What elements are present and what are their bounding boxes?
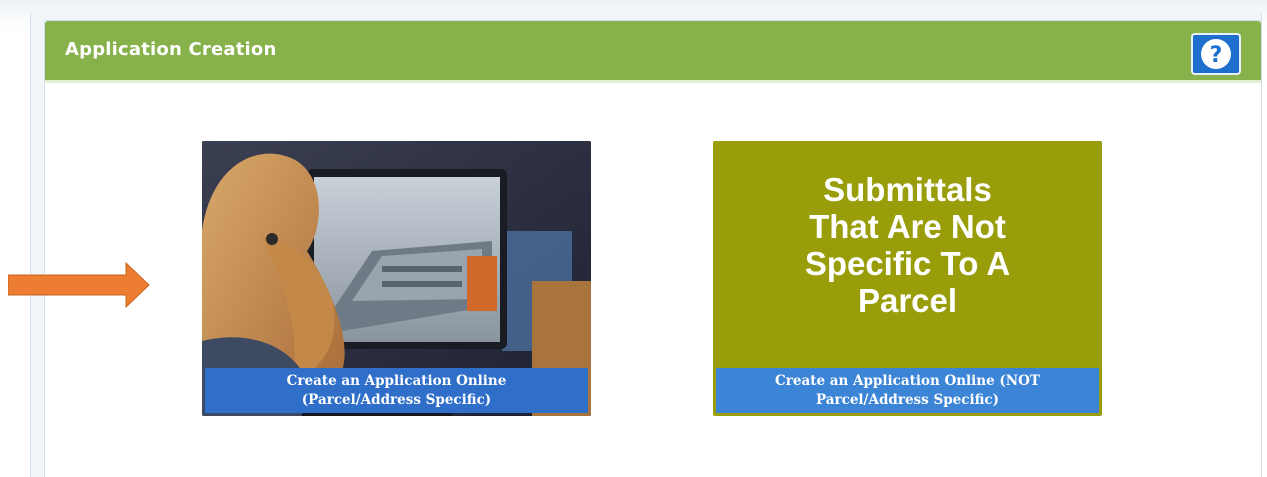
- help-button[interactable]: ?: [1191, 33, 1241, 75]
- svg-text:?: ?: [1210, 43, 1223, 68]
- panel-header: Application Creation ?: [45, 21, 1261, 83]
- heading-line: That Are Not: [809, 208, 1006, 245]
- panel-title: Application Creation: [65, 39, 277, 60]
- create-application-non-parcel-tile[interactable]: Submittals That Are Not Specific To A Pa…: [713, 141, 1102, 416]
- right-arrow-icon: [8, 262, 150, 308]
- heading-line: Parcel: [857, 282, 958, 319]
- tile-caption[interactable]: Create an Application Online (NOT Parcel…: [716, 368, 1099, 413]
- caption-line-1: Create an Application Online (NOT: [775, 372, 1040, 389]
- heading-line: Submittals: [823, 171, 992, 208]
- question-circle-icon: ?: [1201, 39, 1231, 69]
- heading-line: Specific To A: [804, 245, 1011, 282]
- tile-caption[interactable]: Create an Application Online (Parcel/Add…: [205, 368, 588, 413]
- caption-line-2: Parcel/Address Specific): [815, 391, 999, 408]
- caption-line-1: Create an Application Online: [286, 372, 507, 389]
- page: Application Creation ? Create an Applica…: [0, 0, 1267, 477]
- create-application-parcel-tile[interactable]: Create an Application Online (Parcel/Add…: [202, 141, 591, 416]
- tile-heading: Submittals That Are Not Specific To A Pa…: [713, 171, 1102, 319]
- caption-line-2: (Parcel/Address Specific): [301, 391, 492, 408]
